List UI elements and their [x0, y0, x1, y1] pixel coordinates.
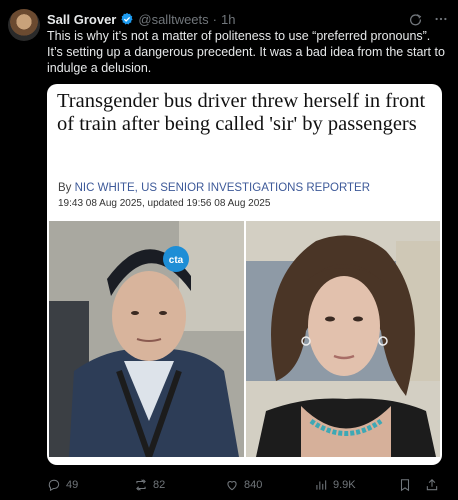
timestamp[interactable]: 1h	[221, 12, 235, 27]
repost-count: 82	[153, 479, 166, 491]
bookmark-icon	[400, 479, 410, 492]
author-handle[interactable]: @salltweets	[138, 12, 208, 27]
views-icon	[316, 480, 327, 490]
verified-badge-icon	[120, 12, 134, 26]
views-count: 9.9K	[333, 479, 356, 491]
like-button[interactable]: 840	[225, 477, 262, 493]
hat-logo-text: cta	[169, 255, 184, 266]
article-headline[interactable]: Transgender bus driver threw herself in …	[57, 90, 432, 136]
photo-driver-uniform[interactable]: cta	[49, 221, 244, 457]
author-name[interactable]: Sall Grover	[47, 12, 116, 27]
tweet-header: Sall Grover @salltweets · 1h	[47, 10, 448, 28]
reply-icon	[48, 479, 60, 492]
bookmark-button[interactable]	[398, 477, 412, 493]
views-button[interactable]: 9.9K	[314, 477, 356, 493]
byline-author[interactable]: NIC WHITE, US SENIOR INVESTIGATIONS REPO…	[75, 182, 370, 194]
like-icon	[227, 481, 237, 491]
reply-count: 49	[66, 479, 79, 491]
avatar[interactable]	[8, 9, 40, 41]
article-dateline: 19:43 08 Aug 2025, updated 19:56 08 Aug …	[58, 198, 271, 209]
repost-button[interactable]: 82	[134, 477, 165, 493]
more-icon[interactable]	[434, 12, 448, 26]
byline-prefix: By	[58, 182, 75, 194]
article-byline: By NIC WHITE, US SENIOR INVESTIGATIONS R…	[58, 182, 370, 194]
photo-driver-portrait[interactable]	[246, 221, 440, 457]
news-card[interactable]: Transgender bus driver threw herself in …	[47, 84, 442, 465]
tweet-text: This is why it’s not a matter of politen…	[47, 29, 445, 75]
grok-icon[interactable]	[408, 12, 422, 26]
repost-icon	[136, 479, 146, 491]
tweet[interactable]: Sall Grover @salltweets · 1h This is why…	[0, 0, 458, 500]
share-button[interactable]	[425, 477, 439, 493]
reply-button[interactable]: 49	[47, 477, 78, 493]
action-bar: 49 82 840 9.9K	[47, 477, 447, 493]
separator-dot: ·	[212, 11, 217, 27]
share-icon	[426, 479, 438, 491]
like-count: 840	[244, 479, 263, 491]
